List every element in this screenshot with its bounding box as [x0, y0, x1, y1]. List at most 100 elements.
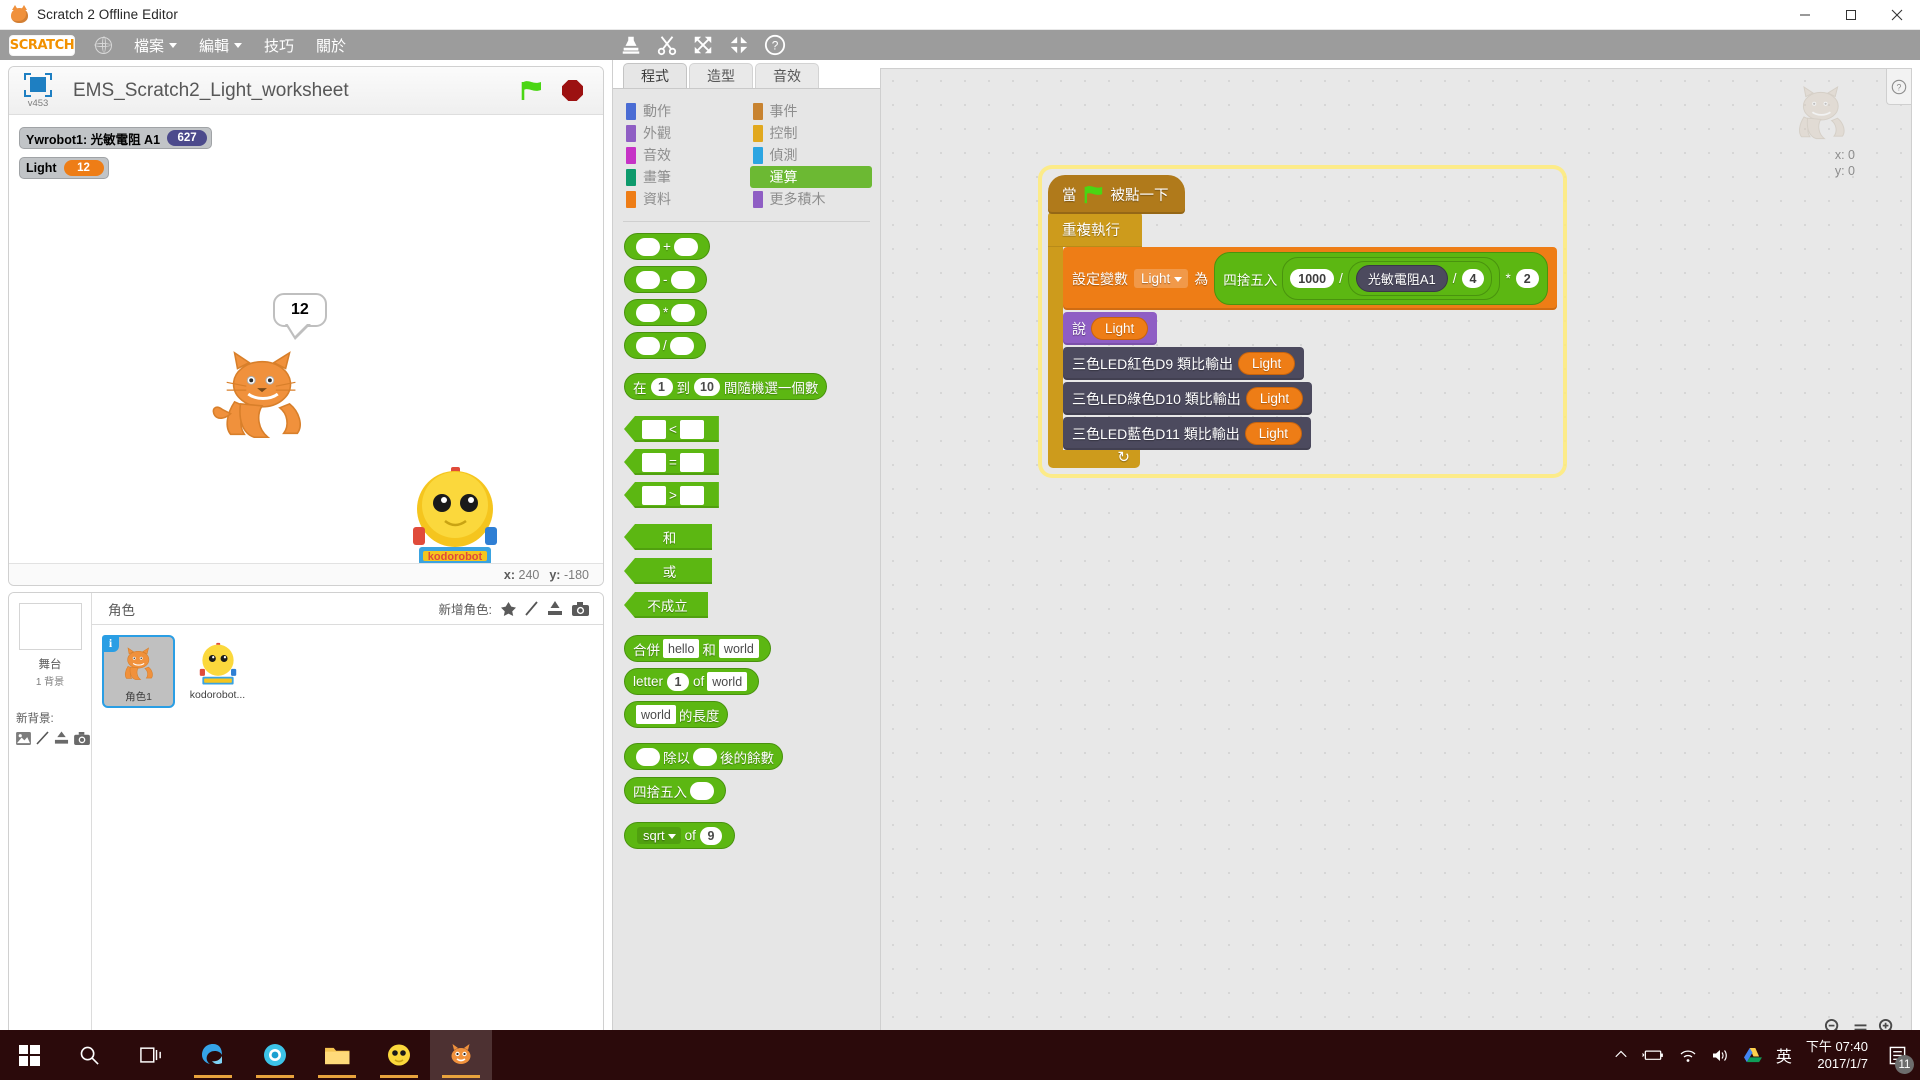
block-slot[interactable]: 1 [667, 672, 690, 691]
block-slot[interactable] [670, 270, 695, 289]
variable-dropdown[interactable]: Light [1134, 269, 1189, 288]
block-divide-outer[interactable]: 1000 / 光敏電阻A1 / 4 [1282, 257, 1501, 300]
library-icon[interactable] [501, 601, 516, 616]
sprite-item-kodorobot[interactable]: kodorobot... [181, 635, 254, 708]
taskbar-app-robot[interactable] [368, 1030, 430, 1080]
block-modulo[interactable]: 除以 後的餘數 [624, 743, 783, 770]
category-events[interactable]: 事件 [750, 100, 873, 122]
variable-reporter-light[interactable]: Light [1091, 317, 1149, 340]
category-looks[interactable]: 外觀 [623, 122, 746, 144]
sprite-info-badge[interactable]: i [102, 635, 119, 652]
library-icon[interactable] [16, 731, 31, 745]
taskbar-app-edge[interactable] [182, 1030, 244, 1080]
camera-icon[interactable] [74, 731, 90, 745]
math-function-dropdown[interactable]: sqrt [637, 827, 681, 844]
block-set-variable[interactable]: 設定變數 Light 為 四捨五入 1000 / 光敏電阻A1 / 4 * 2 [1063, 247, 1557, 310]
taskbar-app-file-explorer[interactable] [306, 1030, 368, 1080]
block-slot[interactable] [642, 485, 666, 505]
chevron-up-icon[interactable] [1614, 1048, 1628, 1062]
help-panel-tab[interactable]: ? [1886, 69, 1911, 105]
block-say[interactable]: 說 Light [1063, 312, 1158, 345]
block-led-blue-d11[interactable]: 三色LED藍色D11 類比輸出 Light [1063, 417, 1312, 450]
block-led-green-d10[interactable]: 三色LED綠色D10 類比輸出 Light [1063, 382, 1313, 415]
globe-icon[interactable] [94, 35, 112, 54]
block-sensor-reporter[interactable]: 光敏電阻A1 [1355, 265, 1448, 292]
block-slot[interactable]: world [718, 639, 759, 658]
block-slot[interactable] [693, 747, 717, 766]
block-greater-than[interactable]: > [624, 482, 719, 508]
scissors-icon[interactable] [656, 34, 678, 56]
block-slot[interactable] [679, 419, 704, 439]
scratch-logo[interactable]: SCRATCH [9, 34, 75, 56]
wifi-icon[interactable] [1679, 1048, 1697, 1063]
paint-icon[interactable] [36, 731, 49, 745]
block-slot[interactable] [673, 237, 698, 256]
block-join[interactable]: 合併 hello 和 world [624, 635, 771, 662]
variable-reporter-light[interactable]: Light [1245, 387, 1304, 410]
block-length-of[interactable]: world 的長度 [624, 701, 729, 728]
block-slot[interactable]: hello [663, 639, 700, 658]
volume-icon[interactable] [1711, 1048, 1729, 1063]
category-operators[interactable]: 運算 [749, 166, 872, 188]
ime-indicator[interactable]: 英 [1776, 1043, 1792, 1067]
block-slot[interactable] [679, 485, 704, 505]
block-slot[interactable]: 10 [694, 377, 720, 396]
stage-thumbnail[interactable] [18, 603, 82, 650]
block-round[interactable]: 四捨五入 [624, 777, 726, 804]
variable-reporter-light[interactable]: Light [1238, 352, 1296, 375]
category-more-blocks[interactable]: 更多積木 [750, 188, 873, 210]
category-pen[interactable]: 畫筆 [623, 166, 746, 188]
block-multiply[interactable]: * [624, 299, 708, 326]
block-slot[interactable]: 9 [699, 826, 722, 845]
menu-about[interactable]: 關於 [316, 35, 346, 56]
close-button[interactable] [1874, 0, 1920, 30]
start-button[interactable] [0, 1030, 58, 1080]
block-slot[interactable] [636, 270, 660, 289]
upload-icon[interactable] [54, 731, 69, 745]
menu-tips[interactable]: 技巧 [264, 35, 294, 56]
stamp-icon[interactable] [620, 34, 642, 56]
camera-icon[interactable] [572, 601, 589, 616]
block-not[interactable]: 不成立 [624, 592, 708, 618]
taskbar-app-browser[interactable] [244, 1030, 306, 1080]
category-motion[interactable]: 動作 [623, 100, 746, 122]
notification-center-button[interactable]: 11 [1882, 1030, 1914, 1080]
factor-value[interactable]: 2 [1515, 269, 1539, 288]
kodorobot-sprite[interactable]: kodorobot [409, 465, 501, 563]
block-slot[interactable] [669, 336, 694, 355]
category-control[interactable]: 控制 [750, 122, 873, 144]
tab-scripts[interactable]: 程式 [623, 63, 687, 88]
block-math-function[interactable]: sqrt of 9 [624, 822, 735, 849]
block-pick-random[interactable]: 在 1 到 10 間隨機選一個數 [624, 373, 828, 400]
block-slot[interactable] [690, 781, 714, 800]
category-sensing[interactable]: 偵測 [750, 144, 873, 166]
block-less-than[interactable]: < [624, 416, 719, 442]
minimize-button[interactable] [1782, 0, 1828, 30]
menu-edit[interactable]: 編輯 [199, 35, 243, 56]
tab-costumes[interactable]: 造型 [689, 63, 753, 88]
block-and[interactable]: 和 [624, 524, 712, 550]
block-divide-inner[interactable]: 光敏電阻A1 / 4 [1347, 261, 1493, 296]
taskbar-app-scratch[interactable] [430, 1030, 492, 1080]
block-slot[interactable]: world [707, 672, 748, 691]
block-slot[interactable] [636, 303, 660, 322]
category-data[interactable]: 資料 [623, 188, 746, 210]
block-led-red-d9[interactable]: 三色LED紅色D9 類比輸出 Light [1063, 347, 1305, 380]
paint-icon[interactable] [525, 601, 538, 616]
category-sound[interactable]: 音效 [623, 144, 746, 166]
block-slot[interactable]: world [636, 705, 676, 724]
block-forever[interactable]: 重複執行 設定變數 Light 為 四捨五入 1000 / 光敏電阻A1 / 4… [1048, 212, 1557, 468]
battery-icon[interactable] [1641, 1048, 1665, 1062]
task-view-button[interactable] [120, 1030, 182, 1080]
block-divide[interactable]: / [624, 332, 706, 359]
divisor-value[interactable]: 4 [1461, 269, 1485, 288]
block-slot[interactable]: 1 [650, 377, 673, 396]
block-slot[interactable] [636, 237, 660, 256]
search-button[interactable] [58, 1030, 120, 1080]
block-equals[interactable]: = [624, 449, 719, 475]
help-icon[interactable]: ? [764, 34, 786, 56]
stop-icon[interactable] [562, 80, 583, 101]
block-slot[interactable] [671, 303, 696, 322]
block-slot[interactable] [642, 452, 666, 472]
block-add[interactable]: + [624, 233, 710, 260]
